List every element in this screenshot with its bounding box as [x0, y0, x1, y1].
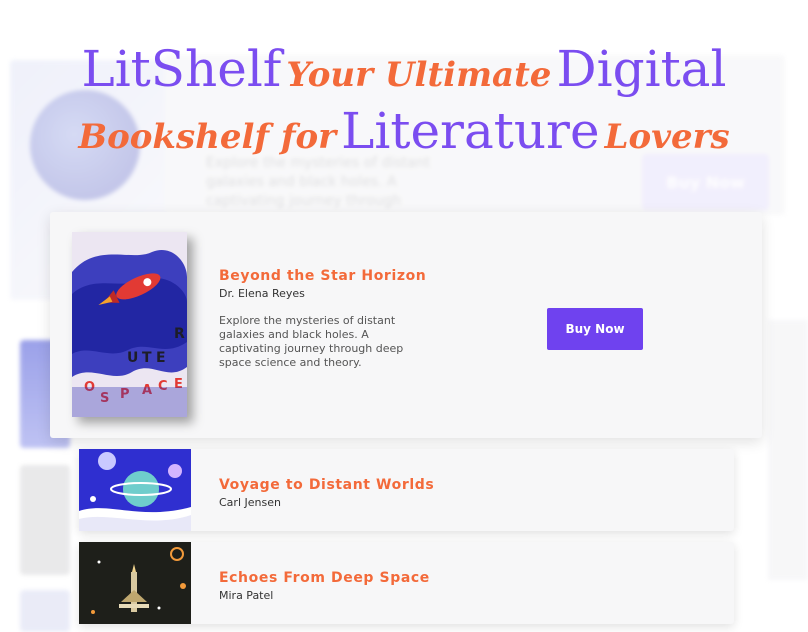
featured-book-description: Explore the mysteries of distant galaxie… — [219, 314, 404, 369]
headline-tagline: Bookshelf for — [78, 117, 337, 157]
book-title[interactable]: Echoes From Deep Space — [219, 570, 430, 586]
featured-book-cover[interactable]: U T E R O S P A C E — [72, 232, 187, 417]
outer-space-cover-art: U T E R O S P A C E — [72, 232, 187, 417]
featured-book-info: Beyond the Star Horizon Dr. Elena Reyes … — [219, 268, 426, 370]
book-thumbnail[interactable] — [79, 542, 191, 624]
featured-book-author: Dr. Elena Reyes — [219, 287, 305, 300]
headline-word: Literature — [341, 102, 600, 160]
brand-name: LitShelf — [81, 40, 282, 98]
svg-text:T: T — [142, 350, 152, 366]
background-thumb — [20, 590, 70, 632]
planets-cover-art — [79, 449, 191, 531]
featured-book-title[interactable]: Beyond the Star Horizon — [219, 268, 426, 284]
svg-text:R: R — [174, 326, 185, 342]
book-info: Echoes From Deep Space Mira Patel — [219, 570, 430, 602]
headline-tagline: Lovers — [604, 117, 730, 157]
book-thumbnail[interactable] — [79, 449, 191, 531]
headline-tagline: Your Ultimate — [286, 55, 552, 95]
headline-word: Digital — [556, 40, 727, 98]
svg-text:E: E — [156, 350, 166, 366]
list-item[interactable]: Echoes From Deep Space Mira Patel — [79, 542, 734, 624]
background-strip — [768, 320, 808, 580]
book-title[interactable]: Voyage to Distant Worlds — [219, 477, 434, 493]
deep-space-cover-art — [79, 542, 191, 624]
list-item[interactable]: Voyage to Distant Worlds Carl Jensen — [79, 449, 734, 531]
book-info: Voyage to Distant Worlds Carl Jensen — [219, 477, 434, 509]
hero-headline: LitShelf Your Ultimate Digital Bookshelf… — [0, 44, 808, 168]
featured-book-card: U T E R O S P A C E Beyond the Star Hori… — [50, 212, 762, 438]
background-thumb — [20, 465, 70, 575]
book-author: Carl Jensen — [219, 496, 281, 509]
svg-text:U: U — [127, 350, 138, 366]
book-author: Mira Patel — [219, 589, 274, 602]
buy-now-button[interactable]: Buy Now — [547, 308, 643, 350]
